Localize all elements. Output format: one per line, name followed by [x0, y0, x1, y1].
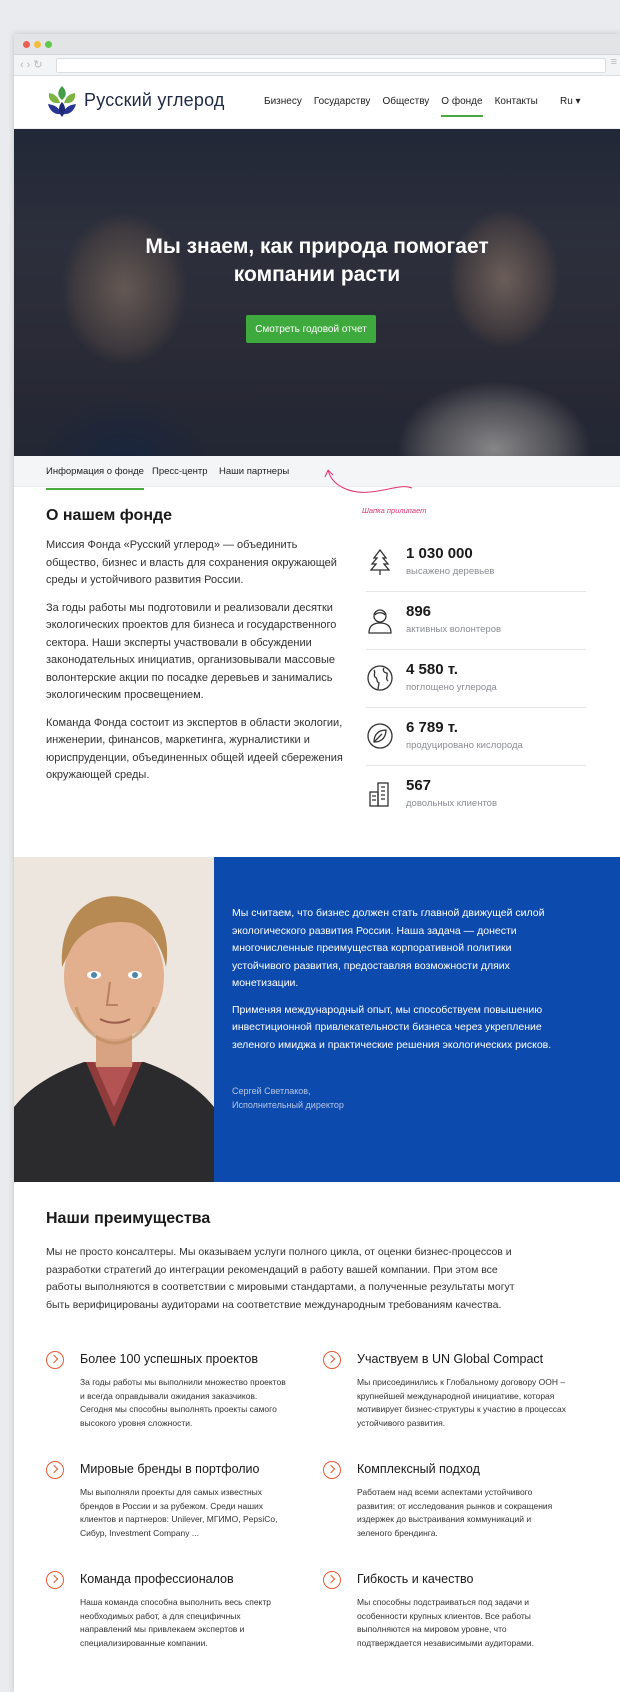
advantage-desc: Мы присоединились к Глобальному договору… [357, 1377, 566, 1428]
advantage-title: Гибкость и качество [357, 1572, 474, 1586]
nav-society[interactable]: Обществу [382, 96, 429, 115]
advantages-section: Наши преимущества Мы не просто консалтер… [14, 1182, 620, 1652]
subnav-press-center[interactable]: Пресс-центр [152, 466, 208, 477]
nav-government[interactable]: Государству [314, 96, 371, 115]
hero-title-line-2: компании расти [233, 263, 401, 286]
director-quote-section: Мы считаем, что бизнес должен стать глав… [14, 857, 620, 1182]
tree-icon [369, 548, 391, 575]
sub-nav: Информация о фонде Пресс-центр Наши парт… [14, 456, 620, 490]
stat-item: 567 довольных клиентов [366, 771, 586, 823]
about-section: О нашем фонде Миссия Фонда «Русский угле… [14, 487, 620, 857]
advantage-desc: Мы способны подстраиваться под задачи и … [357, 1597, 534, 1648]
chevron-right-circle-icon [46, 1351, 64, 1369]
annual-report-button[interactable]: Смотреть годовой отчет [246, 315, 376, 343]
chevron-right-circle-icon [323, 1351, 341, 1369]
stat-value: 1 030 000 [406, 545, 473, 562]
sticky-header-annotation: Шапка прилипает [362, 506, 427, 515]
director-photo [14, 857, 214, 1182]
hero-title: Мы знаем, как природа помогает компании … [14, 233, 620, 289]
minimize-window-icon[interactable] [34, 41, 41, 48]
stat-label: довольных клиентов [406, 798, 498, 809]
stats-list: 1 030 000 высажено деревьев 896 активных… [366, 539, 586, 828]
globe-icon [367, 665, 393, 691]
person-icon [368, 609, 392, 634]
maximize-window-icon[interactable] [45, 41, 52, 48]
stat-label: продуцировано кислорода [406, 740, 523, 751]
browser-titlebar [14, 34, 620, 55]
about-paragraph: Команда Фонда состоит из экспертов в обл… [46, 716, 343, 782]
address-bar[interactable] [56, 58, 606, 73]
stat-value: 567 [406, 777, 432, 794]
hero-title-line-1: Мы знаем, как природа помогает [145, 235, 489, 258]
advantage-desc: Мы выполняли проекты для самых известных… [80, 1487, 278, 1538]
main-nav: Бизнесу Государству Обществу О фонде Кон… [264, 96, 550, 117]
close-window-icon[interactable] [23, 41, 30, 48]
leaf-icon [367, 723, 393, 749]
nav-about[interactable]: О фонде [441, 96, 483, 117]
advantage-desc: Работаем над всеми аспектами устойчивого… [357, 1487, 553, 1538]
stat-item: 6 789 т. продуцировано кислорода [366, 713, 586, 766]
stat-value: 896 [406, 603, 432, 620]
browser-window: ‹›↻ ≡ Русский углерод Бизнесу Государств… [14, 34, 620, 1692]
buildings-icon [369, 782, 389, 807]
chevron-right-circle-icon [46, 1461, 64, 1479]
advantage-desc: Наша команда способна выполнить весь спе… [80, 1597, 271, 1648]
sticky-header-annotation-arrow [324, 469, 413, 493]
author-name: Сергей Светлаков, [232, 1086, 311, 1096]
advantage-title: Более 100 успешных проектов [80, 1352, 259, 1366]
author-role: Исполнительный директор [232, 1100, 344, 1110]
advantage-desc: За годы работы мы выполнили множество пр… [80, 1377, 286, 1428]
advantage-title: Мировые бренды в портфолио [80, 1462, 260, 1476]
quote-text: Мы считаем, что бизнес должен стать глав… [232, 905, 552, 1063]
browser-nav-icons[interactable]: ‹›↻ [20, 58, 46, 71]
advantage-title: Участвуем в UN Global Compact [357, 1352, 544, 1366]
quote-paragraph: Мы считаем, что бизнес должен стать глав… [232, 907, 545, 989]
stat-label: активных волонтеров [406, 624, 502, 635]
subnav-partners[interactable]: Наши партнеры [219, 466, 289, 477]
stat-item: 1 030 000 высажено деревьев [366, 539, 586, 592]
nav-contacts[interactable]: Контакты [495, 96, 538, 115]
brand-name[interactable]: Русский углерод [84, 90, 225, 111]
stat-item: 4 580 т. поглощено углерода [366, 655, 586, 708]
about-paragraph: Миссия Фонда «Русский углерод» — объедин… [46, 539, 337, 586]
advantages-title: Наши преимущества [46, 1210, 211, 1227]
stat-value: 6 789 т. [406, 719, 458, 736]
hero-banner: Мы знаем, как природа помогает компании … [14, 129, 620, 456]
about-paragraph: За годы работы мы подготовили и реализов… [46, 601, 337, 702]
browser-menu-icon[interactable]: ≡ [611, 56, 617, 68]
stat-label: поглощено углерода [406, 682, 497, 693]
site-header: Русский углерод Бизнесу Государству Обще… [14, 76, 620, 129]
nav-business[interactable]: Бизнесу [264, 96, 302, 115]
language-selector[interactable]: Ru ▾ [560, 96, 581, 107]
stat-label: высажено деревьев [406, 566, 495, 577]
browser-toolbar: ‹›↻ ≡ [14, 55, 620, 76]
chevron-right-circle-icon [323, 1571, 341, 1589]
quote-paragraph: Применяя международный опыт, мы способст… [232, 1003, 552, 1051]
chevron-right-circle-icon [46, 1571, 64, 1589]
quote-author: Сергей Светлаков, Исполнительный директо… [232, 1084, 344, 1112]
advantage-title: Команда профессионалов [80, 1572, 234, 1586]
advantages-intro: Мы не просто консалтеры. Мы оказываем ус… [46, 1246, 515, 1311]
advantage-title: Комплексный подход [357, 1462, 480, 1476]
stat-value: 4 580 т. [406, 661, 458, 678]
logo-icon[interactable] [46, 84, 78, 118]
chevron-right-circle-icon [323, 1461, 341, 1479]
about-title: О нашем фонде [46, 507, 173, 524]
stat-item: 896 активных волонтеров [366, 597, 586, 650]
subnav-fund-info[interactable]: Информация о фонде [46, 466, 144, 490]
director-portrait-illustration [14, 857, 214, 1182]
about-text: Миссия Фонда «Русский углерод» — объедин… [46, 537, 346, 795]
